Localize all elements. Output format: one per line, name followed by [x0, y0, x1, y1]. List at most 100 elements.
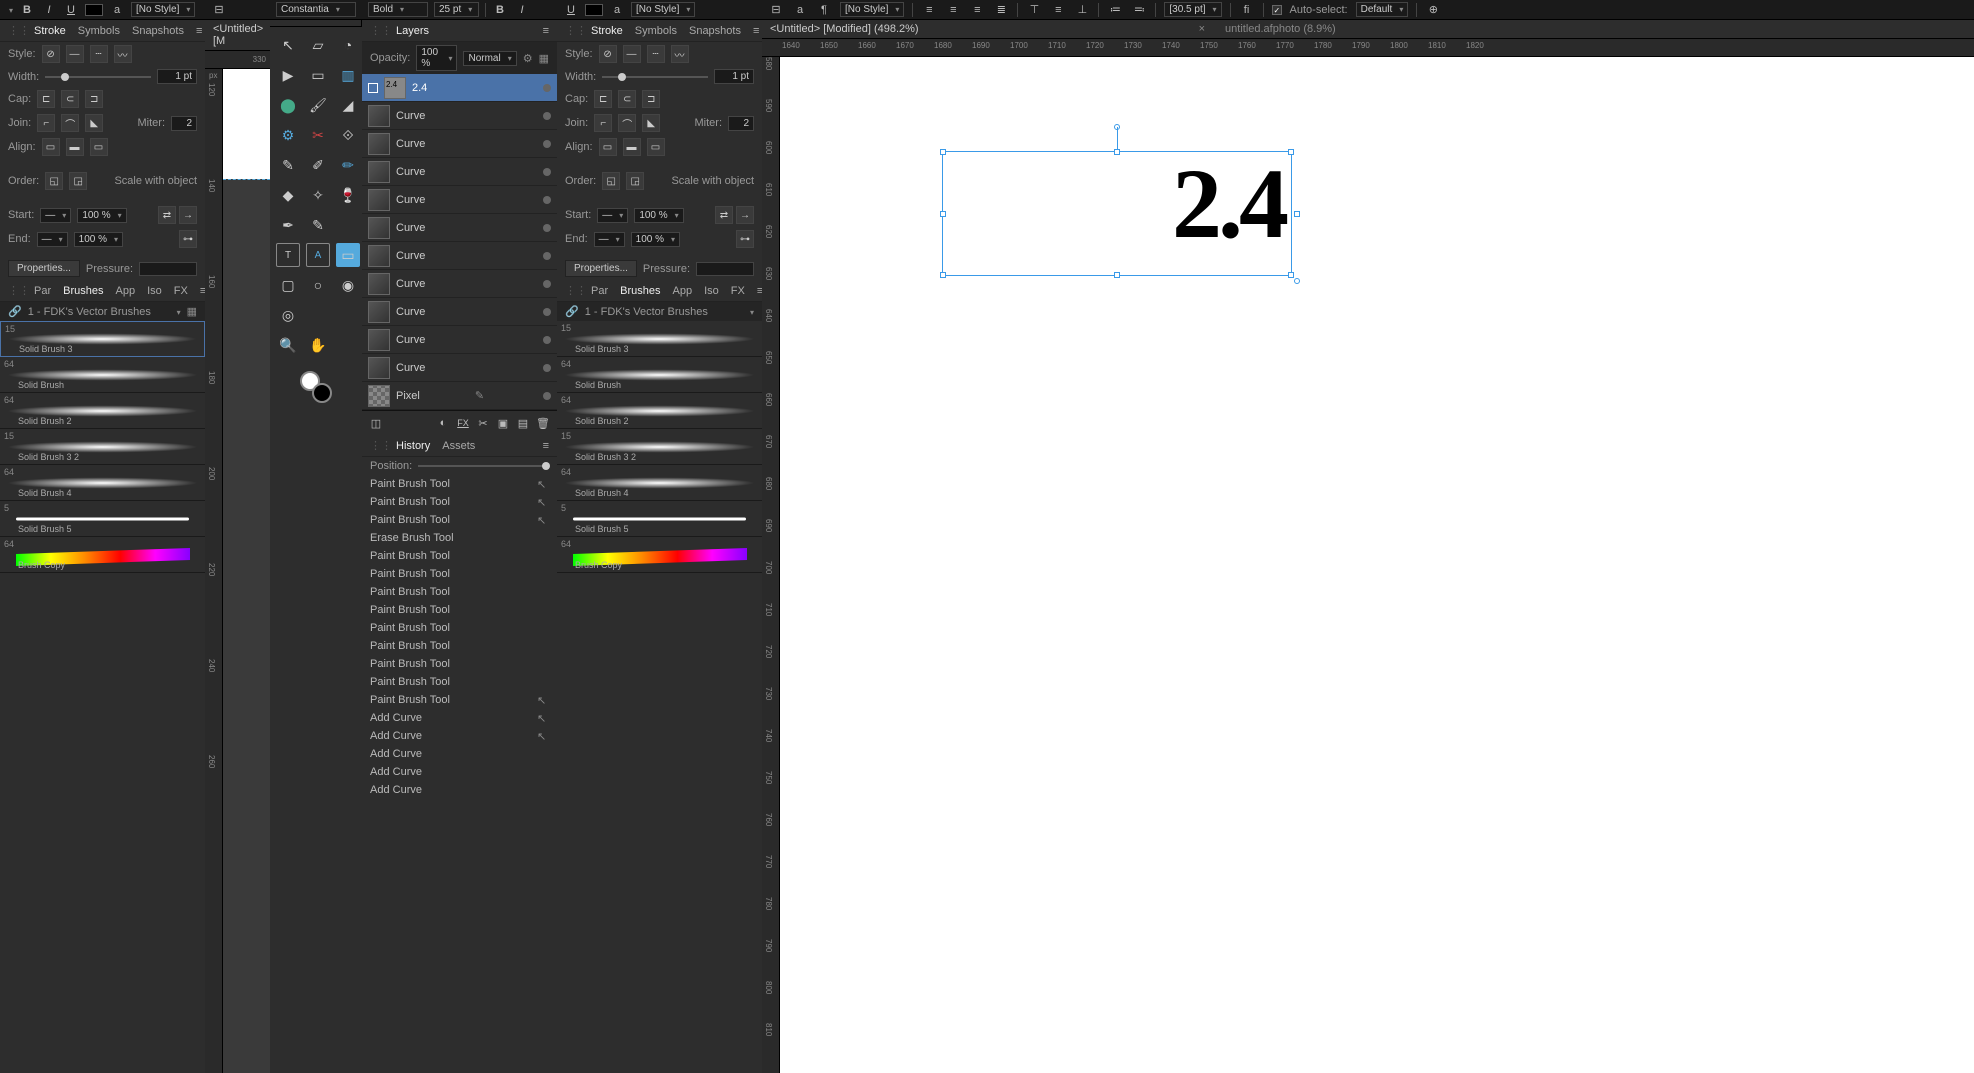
tab-stroke-2[interactable]: Stroke — [591, 25, 623, 37]
inpaint-tool[interactable]: 🍷 — [336, 183, 360, 207]
blend-mode-select[interactable]: Normal — [463, 51, 516, 66]
style-none-icon[interactable]: ⊘ — [42, 45, 60, 63]
font-weight-select[interactable]: Bold — [368, 2, 428, 17]
marquee-tool[interactable]: ▭ — [306, 63, 330, 87]
arrow-end-pct[interactable]: 100 % — [631, 232, 680, 247]
list-number-icon[interactable]: ≕ — [1131, 2, 1147, 18]
tab-app[interactable]: App — [115, 285, 135, 297]
align-center-stroke-icon[interactable]: ▭ — [42, 138, 60, 156]
brush-item[interactable]: 64 Solid Brush — [0, 357, 205, 393]
dodge-tool[interactable]: ✎ — [276, 153, 300, 177]
align-left-icon[interactable]: ≡ — [921, 2, 937, 18]
text-selection-box[interactable]: 2.4 — [942, 151, 1292, 276]
style-solid-icon[interactable]: — — [66, 45, 84, 63]
column-tool[interactable]: ▥ — [336, 63, 360, 87]
align-middle-icon[interactable]: ≡ — [1050, 2, 1066, 18]
leading-select[interactable]: [30.5 pt] — [1164, 2, 1221, 17]
history-item[interactable]: Paint Brush Tool — [362, 655, 557, 673]
crop-layer-icon[interactable]: ✂ — [475, 415, 491, 431]
history-item[interactable]: Paint Brush Tool — [362, 583, 557, 601]
tab-app-2[interactable]: App — [672, 285, 692, 297]
frame-text-tool[interactable]: T — [276, 243, 300, 267]
arrow-start-pct[interactable]: 100 % — [634, 208, 683, 223]
history-item[interactable]: Add Curve ↖ — [362, 727, 557, 745]
width-input[interactable] — [157, 69, 197, 84]
cap-round-icon[interactable]: ⊂ — [618, 90, 636, 108]
arrow-start-pct[interactable]: 100 % — [77, 208, 126, 223]
layer-row[interactable]: 2.4 2.4 — [362, 74, 557, 102]
align-inside-icon[interactable]: ▬ — [623, 138, 641, 156]
spiral-tool[interactable]: ◉ — [336, 273, 360, 297]
pilcrow-icon[interactable]: ¶ — [816, 2, 832, 18]
join-bevel-icon[interactable]: ◣ — [85, 114, 103, 132]
sponge-tool[interactable]: ◆ — [276, 183, 300, 207]
brush-item[interactable]: 5 Solid Brush 5 — [557, 501, 762, 537]
cap-square-icon[interactable]: ⊐ — [642, 90, 660, 108]
width-input[interactable] — [714, 69, 754, 84]
opacity-value[interactable]: 100 % — [416, 45, 457, 71]
color-swatch-icon[interactable] — [85, 4, 103, 16]
align-center-stroke-icon[interactable]: ▭ — [599, 138, 617, 156]
order-front-icon[interactable]: ◲ — [626, 172, 644, 190]
paint-brush-tool[interactable]: 🖌 — [306, 93, 330, 117]
visibility-dot[interactable] — [543, 84, 551, 92]
para-a-icon[interactable]: a — [792, 2, 808, 18]
pen-tool[interactable]: ✒ — [276, 213, 300, 237]
cap-round-icon[interactable]: ⊂ — [61, 90, 79, 108]
layer-row[interactable]: Curve — [362, 186, 557, 214]
tab-snapshots-2[interactable]: Snapshots — [689, 25, 741, 37]
layer-row[interactable]: Curve — [362, 214, 557, 242]
char-style-select[interactable]: [No Style] — [131, 2, 195, 17]
delete-layer-icon[interactable]: 🗑 — [535, 415, 551, 431]
tab-fx[interactable]: FX — [174, 285, 188, 297]
ellipse-tool[interactable]: ○ — [306, 273, 330, 297]
flood-select-tool[interactable]: ⬤ — [276, 93, 300, 117]
para-icon[interactable]: ⊟ — [768, 2, 784, 18]
mask-icon[interactable]: ◫ — [368, 415, 384, 431]
history-item[interactable]: Paint Brush Tool — [362, 619, 557, 637]
checkbox-icon[interactable] — [368, 83, 378, 93]
crop-tool[interactable]: ▱ — [306, 33, 330, 57]
arrow-end-pct[interactable]: 100 % — [74, 232, 123, 247]
selection-brush-tool[interactable]: ◔ — [336, 33, 360, 57]
pan-tool[interactable]: ✋ — [306, 333, 330, 357]
italic-icon-2[interactable]: I — [514, 2, 530, 18]
history-item[interactable]: Add Curve — [362, 781, 557, 799]
tab-symbols-2[interactable]: Symbols — [635, 25, 677, 37]
tab-iso[interactable]: Iso — [147, 285, 162, 297]
tab-brushes[interactable]: Brushes — [63, 285, 103, 297]
brush-item[interactable]: 64 Solid Brush — [557, 357, 762, 393]
pressure-graph[interactable] — [696, 262, 754, 276]
gear-tool[interactable]: ⚙ — [276, 123, 300, 147]
layer-row[interactable]: Curve — [362, 158, 557, 186]
underline-icon-3[interactable]: U — [563, 2, 579, 18]
history-position-slider[interactable] — [418, 465, 549, 467]
list-bullet-icon[interactable]: ≔ — [1107, 2, 1123, 18]
grid-icon[interactable]: ▦ — [187, 305, 197, 318]
layer-row[interactable]: Curve — [362, 102, 557, 130]
history-item[interactable]: Paint Brush Tool — [362, 565, 557, 583]
history-item[interactable]: Add Curve — [362, 763, 557, 781]
history-item[interactable]: Paint Brush Tool — [362, 547, 557, 565]
visibility-dot[interactable] — [543, 168, 551, 176]
document-tab-left[interactable]: <Untitled> [M — [205, 20, 270, 51]
lock-icon[interactable]: ▦ — [539, 52, 549, 65]
history-item[interactable]: Paint Brush Tool ↖ — [362, 511, 557, 529]
align-bottom-icon[interactable]: ⊥ — [1074, 2, 1090, 18]
layer-row[interactable]: Pixel ✎ — [362, 382, 557, 410]
font-size-select[interactable]: 25 pt — [434, 2, 479, 17]
brush-item[interactable]: 64 Solid Brush 4 — [0, 465, 205, 501]
style-dash-icon[interactable]: ┄ — [90, 45, 108, 63]
target-icon[interactable]: ⊕ — [1425, 2, 1441, 18]
visibility-dot[interactable] — [543, 140, 551, 148]
autoselect-value[interactable]: Default — [1356, 2, 1409, 17]
arrow-end-select[interactable]: — — [37, 232, 68, 247]
color-wells[interactable] — [270, 363, 362, 411]
font-family-select[interactable]: Constantia — [276, 2, 356, 17]
underline-icon[interactable]: U — [63, 2, 79, 18]
cap-butt-icon[interactable]: ⊏ — [37, 90, 55, 108]
arrow-end-icon[interactable]: → — [179, 206, 197, 224]
chevron-down-icon[interactable] — [174, 306, 181, 318]
align-center-icon[interactable]: ≡ — [945, 2, 961, 18]
properties-button[interactable]: Properties... — [565, 260, 637, 277]
